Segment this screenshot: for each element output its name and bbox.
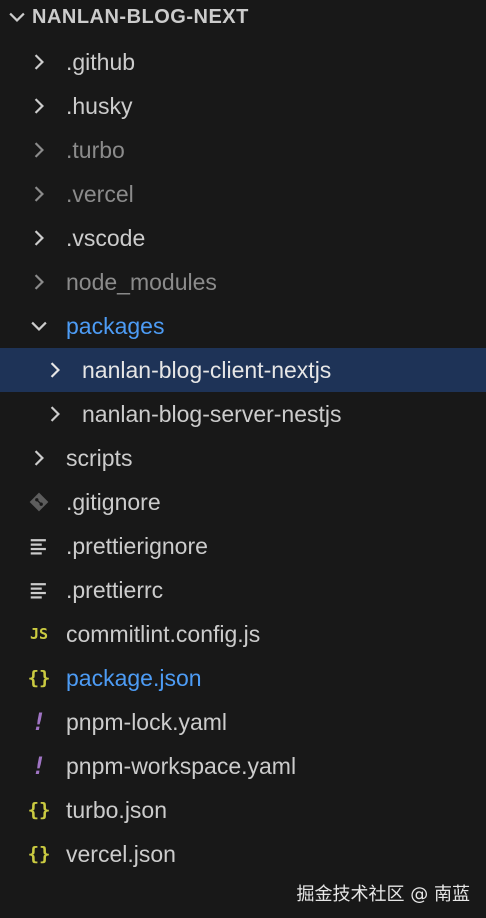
chevron-right-icon	[50, 406, 60, 422]
tree-item-label: pnpm-lock.yaml	[66, 709, 228, 735]
tree-item-label: .vercel	[66, 181, 134, 207]
tree-item-turbo-json[interactable]: {} turbo.json	[0, 788, 486, 832]
json-icon: {}	[27, 799, 51, 821]
json-icon: {}	[27, 667, 51, 689]
tree-item-label: .vscode	[66, 225, 146, 251]
tree-item-label: nanlan-blog-server-nestjs	[82, 401, 342, 427]
tree-item-packages[interactable]: packages	[0, 304, 486, 348]
tree-item-label: nanlan-blog-client-nextjs	[82, 357, 332, 383]
tree-item-label: .turbo	[66, 137, 125, 163]
tree-item-prettierrc[interactable]: .prettierrc	[0, 568, 486, 612]
yaml-icon: !	[31, 708, 47, 736]
watermark: 掘金技术社区 @ 南蓝	[296, 884, 470, 905]
chevron-down-icon	[31, 321, 47, 331]
explorer-root-header[interactable]: NANLAN-BLOG-NEXT	[0, 0, 486, 34]
tree-item-pnpm-lock[interactable]: ! pnpm-lock.yaml	[0, 700, 486, 744]
file-explorer: NANLAN-BLOG-NEXT .github .husky .turbo .…	[0, 0, 486, 918]
tree-item-label: scripts	[66, 445, 133, 471]
tree-item-label: .prettierignore	[66, 533, 208, 559]
tree-item-github[interactable]: .github	[0, 40, 486, 84]
tree-item-label: node_modules	[66, 269, 217, 295]
tree-item-nanlan-blog-server-nestjs[interactable]: nanlan-blog-server-nestjs	[0, 392, 486, 436]
chevron-right-icon	[34, 274, 44, 290]
tree-item-package-json[interactable]: {} package.json	[0, 656, 486, 700]
tree-item-turbo[interactable]: .turbo	[0, 128, 486, 172]
tree-item-node-modules[interactable]: node_modules	[0, 260, 486, 304]
chevron-right-icon	[34, 186, 44, 202]
tree-item-label: vercel.json	[66, 841, 176, 867]
tree-item-vercel-json[interactable]: {} vercel.json	[0, 832, 486, 876]
git-icon	[29, 492, 49, 512]
tree-item-label: package.json	[66, 665, 202, 691]
tree-item-pnpm-workspace[interactable]: ! pnpm-workspace.yaml	[0, 744, 486, 788]
chevron-right-icon	[34, 142, 44, 158]
tree-item-label: packages	[66, 313, 165, 339]
js-icon: JS	[29, 625, 49, 643]
file-tree: .github .husky .turbo .vercel .vscode no…	[0, 40, 486, 876]
tree-item-gitignore[interactable]: .gitignore	[0, 480, 486, 524]
tree-item-scripts[interactable]: scripts	[0, 436, 486, 480]
chevron-down-icon	[9, 12, 25, 22]
tree-item-label: .github	[66, 49, 136, 75]
tree-item-label: commitlint.config.js	[66, 621, 261, 647]
chevron-right-icon	[34, 230, 44, 246]
lines-icon	[30, 583, 46, 599]
chevron-right-icon	[50, 362, 60, 378]
chevron-right-icon	[34, 450, 44, 466]
chevron-right-icon	[34, 98, 44, 114]
tree-item-label: pnpm-workspace.yaml	[66, 753, 297, 779]
tree-item-vscode[interactable]: .vscode	[0, 216, 486, 260]
tree-item-nanlan-blog-client-nextjs[interactable]: nanlan-blog-client-nextjs	[0, 348, 486, 392]
tree-item-label: .husky	[66, 93, 133, 119]
json-icon: {}	[27, 843, 51, 865]
lines-icon	[30, 539, 46, 555]
tree-item-prettierignore[interactable]: .prettierignore	[0, 524, 486, 568]
yaml-icon: !	[31, 752, 47, 780]
tree-item-label: .prettierrc	[66, 577, 164, 603]
tree-item-commitlint-config[interactable]: JS commitlint.config.js	[0, 612, 486, 656]
tree-item-vercel[interactable]: .vercel	[0, 172, 486, 216]
tree-item-label: turbo.json	[66, 797, 168, 823]
explorer-root-title: NANLAN-BLOG-NEXT	[32, 5, 249, 28]
tree-item-husky[interactable]: .husky	[0, 84, 486, 128]
chevron-right-icon	[34, 54, 44, 70]
tree-item-label: .gitignore	[66, 489, 161, 515]
